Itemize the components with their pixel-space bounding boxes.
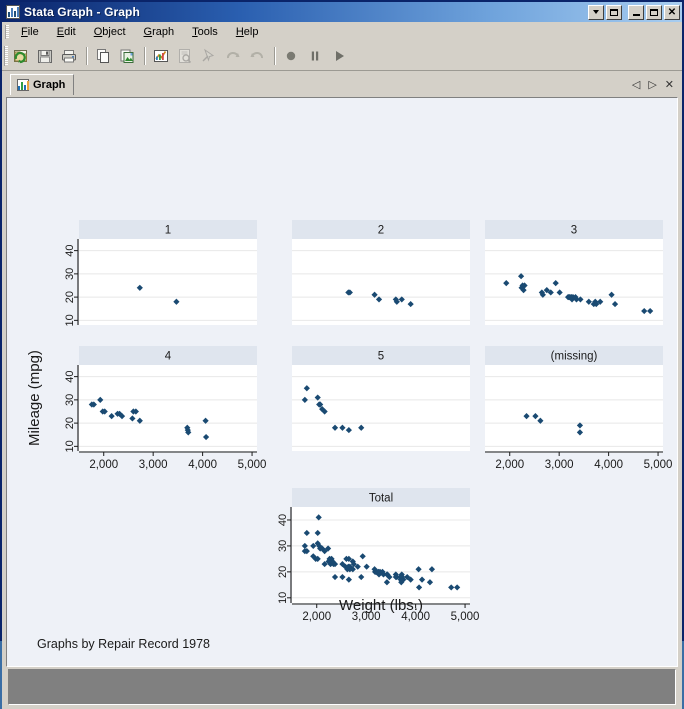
menu-item-help[interactable]: Help [227,24,268,40]
y-tick-label: 30 [277,540,289,552]
window-controls: ✕ [586,4,680,20]
toolbar-separator [274,47,276,65]
tab-scroll-right-icon[interactable]: ▷ [648,80,656,91]
toolbar [2,42,682,71]
window-title: Stata Graph - Graph [24,5,140,19]
mdi-background [8,669,676,705]
menu-item-file[interactable]: File [12,24,48,40]
plot-background [292,365,470,451]
save-graph-icon[interactable] [34,45,56,67]
y-tick-label: 20 [64,291,76,303]
play-icon[interactable] [328,45,350,67]
status-area [6,667,678,709]
panel-title: 1 [165,225,171,237]
x-tick-label: 5,000 [238,459,267,471]
panel-title: (missing) [551,351,598,363]
plot-background [485,239,663,325]
x-tick-label: 4,000 [594,459,623,471]
stata-graph-icon [6,5,20,19]
toolbar-separator [144,47,146,65]
panel-title: 3 [571,225,577,237]
panel-title: 4 [165,351,172,363]
menu-item-graph[interactable]: Graph [135,24,184,40]
undo-icon [222,45,244,67]
y-tick-label: 30 [64,268,76,280]
y-axis-title: Mileage (mpg) [26,350,43,446]
print-graph-icon[interactable] [58,45,80,67]
maximize-icon [650,8,658,16]
x-tick-label: 4,000 [188,459,217,471]
menu-item-tools[interactable]: Tools [183,24,227,40]
chevron-down-icon [593,10,599,14]
x-tick-label: 3,000 [139,459,168,471]
tab-strip-controls: ◁ ▷ ✕ [632,80,678,95]
mdi-dropdown-button[interactable] [588,4,604,20]
pointer-icon [198,45,220,67]
redo-icon [246,45,268,67]
menu-item-edit[interactable]: Edit [48,24,85,40]
x-tick-label: 5,000 [644,459,673,471]
scatter-matrix-by-repair-record: 1 10 20 30 40 2 3 4 10 20 30 40 2,000 3,000 4,000 5,000… [7,98,677,651]
panel-5: 5 [292,346,470,451]
graph-canvas[interactable]: 1 10 20 30 40 2 3 4 10 20 30 40 2,000 3,000 4,000 5,000… [6,97,678,667]
inspect-icon [174,45,196,67]
panel-title: 2 [378,225,384,237]
panel-3: 3 [485,220,663,325]
tab-scroll-left-icon[interactable]: ◁ [632,80,640,91]
close-icon: ✕ [667,6,677,18]
y-tick-label: 40 [277,514,289,526]
client-area: 1 10 20 30 40 2 3 4 10 20 30 40 2,000 3,000 4,000 5,000… [2,95,682,709]
graph-editor-icon[interactable] [150,45,172,67]
y-tick-label: 40 [64,244,76,256]
panel-missing: (missing) 2,000 3,000 4,000 5,000 [485,346,672,471]
plot-background [79,365,257,451]
panel-title: Total [369,493,393,505]
y-tick-label: 20 [277,566,289,578]
menu-item-object[interactable]: Object [85,24,135,40]
plot-background [79,239,257,325]
x-tick-label: 2,000 [302,611,331,623]
y-tick-label: 20 [64,417,76,429]
minimize-button[interactable] [628,4,644,20]
toolbar-separator [86,47,88,65]
x-tick-label: 2,000 [495,459,524,471]
title-bar: Stata Graph - Graph ✕ [2,2,682,22]
panel-1: 1 10 20 30 40 [64,220,257,326]
y-tick-label: 10 [64,314,76,326]
panel-2: 2 [292,220,470,325]
tab-graph[interactable]: Graph [10,74,75,95]
tab-graph-label: Graph [33,79,66,91]
y-tick-label: 30 [64,394,76,406]
restore-icon [610,8,618,16]
stata-graph-window: Stata Graph - Graph ✕ File Edit Object G… [0,0,684,709]
menu-bar: File Edit Object Graph Tools Help [2,22,682,42]
paste-graph-icon[interactable] [116,45,138,67]
tab-strip: Graph ◁ ▷ ✕ [2,71,682,95]
plot-background [292,507,470,603]
tab-close-icon[interactable]: ✕ [665,80,674,91]
record-icon[interactable] [280,45,302,67]
open-graph-icon[interactable] [10,45,32,67]
mdi-restore-button[interactable] [606,4,622,20]
x-axis-title: Weight (lbs.) [339,597,423,614]
panel-4: 4 10 20 30 40 2,000 3,000 4,000 5,000 [64,346,266,471]
copy-icon[interactable] [92,45,114,67]
plot-background [485,365,663,451]
x-tick-label: 5,000 [451,611,480,623]
graph-note: Graphs by Repair Record 1978 [37,637,210,651]
y-tick-label: 10 [277,592,289,604]
close-button[interactable]: ✕ [664,4,680,20]
minimize-icon [632,13,640,16]
x-tick-label: 3,000 [545,459,574,471]
y-tick-label: 10 [64,440,76,452]
pause-icon[interactable] [304,45,326,67]
y-tick-label: 40 [64,370,76,382]
maximize-button[interactable] [646,4,662,20]
plot-background [292,239,470,325]
panel-title: 5 [378,351,384,363]
graph-tab-icon [17,79,29,91]
x-tick-label: 2,000 [89,459,118,471]
